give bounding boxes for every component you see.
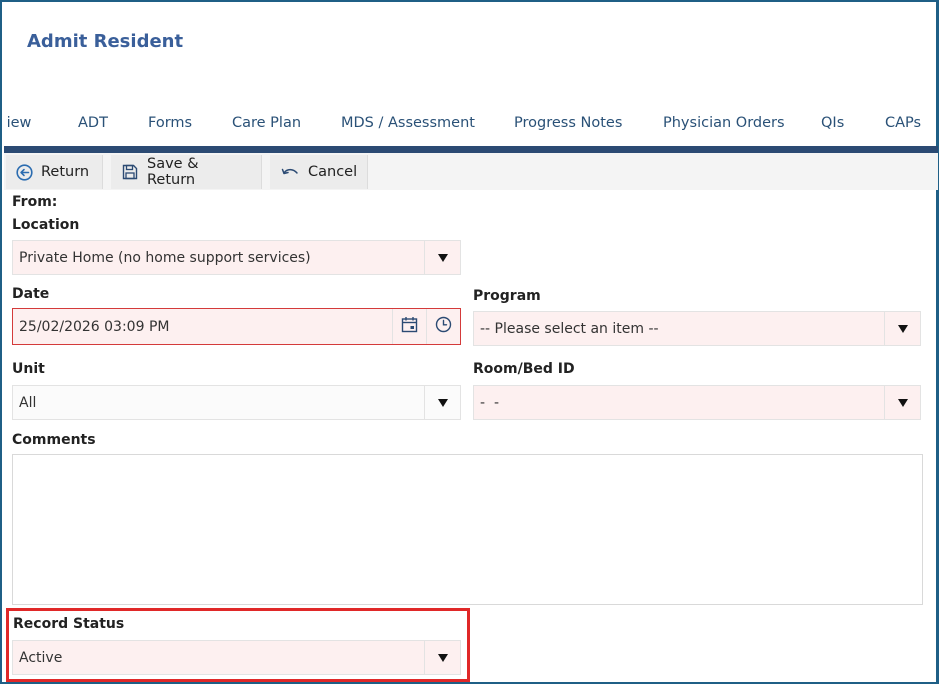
record-status-label: Record Status bbox=[13, 616, 125, 632]
room-bed-label: Room/Bed ID bbox=[473, 361, 575, 377]
unit-label: Unit bbox=[12, 361, 45, 377]
tab-care-plan[interactable]: Care Plan bbox=[232, 115, 301, 131]
save-return-button[interactable]: Save & Return bbox=[111, 155, 262, 189]
cancel-button[interactable]: Cancel bbox=[270, 155, 368, 189]
date-value: 25/02/2026 03:09 PM bbox=[19, 318, 170, 335]
triangle-down-icon bbox=[437, 653, 448, 662]
tab-forms[interactable]: Forms bbox=[148, 115, 192, 131]
tab-caps[interactable]: CAPs bbox=[885, 115, 921, 131]
comments-label: Comments bbox=[12, 432, 96, 448]
triangle-down-icon bbox=[437, 253, 448, 262]
location-value: Private Home (no home support services) bbox=[19, 249, 311, 266]
unit-dropdown-button[interactable] bbox=[424, 386, 460, 419]
calendar-button[interactable] bbox=[392, 309, 426, 344]
location-dropdown-button[interactable] bbox=[424, 241, 460, 274]
unit-select[interactable]: All bbox=[12, 385, 461, 420]
tab-strip: view ADT Forms Care Plan MDS / Assessmen… bbox=[6, 112, 939, 138]
undo-arrow-icon bbox=[280, 165, 300, 179]
program-dropdown-button[interactable] bbox=[884, 312, 920, 345]
room-bed-value: - - bbox=[480, 394, 500, 411]
return-label: Return bbox=[41, 164, 90, 180]
calendar-icon bbox=[401, 316, 418, 337]
program-value: -- Please select an item -- bbox=[480, 320, 659, 337]
toolbar: Return Save & Return Cancel bbox=[4, 153, 938, 190]
tab-mds-assessment[interactable]: MDS / Assessment bbox=[341, 115, 475, 131]
tab-adt[interactable]: ADT bbox=[78, 115, 108, 131]
room-bed-select[interactable]: - - bbox=[473, 385, 921, 420]
return-arrow-circle-icon bbox=[16, 163, 33, 181]
location-select[interactable]: Private Home (no home support services) bbox=[12, 240, 461, 275]
cancel-label: Cancel bbox=[308, 164, 358, 180]
unit-value: All bbox=[19, 394, 37, 411]
return-button[interactable]: Return bbox=[6, 155, 103, 189]
save-disk-icon bbox=[121, 163, 139, 181]
date-input[interactable]: 25/02/2026 03:09 PM bbox=[12, 308, 461, 345]
tab-progress-notes[interactable]: Progress Notes bbox=[514, 115, 622, 131]
from-heading: From: bbox=[12, 194, 58, 210]
tab-overview[interactable]: view bbox=[6, 115, 31, 131]
time-button[interactable] bbox=[426, 309, 460, 344]
tab-physician-orders[interactable]: Physician Orders bbox=[663, 115, 785, 131]
triangle-down-icon bbox=[437, 398, 448, 407]
save-return-label: Save & Return bbox=[147, 156, 199, 188]
app-window: Admit Resident view ADT Forms Care Plan … bbox=[0, 0, 939, 684]
clock-icon bbox=[435, 316, 452, 337]
page-title: Admit Resident bbox=[27, 31, 184, 52]
program-label: Program bbox=[473, 288, 541, 304]
location-label: Location bbox=[12, 217, 80, 233]
program-select[interactable]: -- Please select an item -- bbox=[473, 311, 921, 346]
record-status-dropdown-button[interactable] bbox=[424, 641, 460, 674]
tab-bar-underline bbox=[4, 146, 938, 153]
record-status-select[interactable]: Active bbox=[12, 640, 461, 675]
room-bed-dropdown-button[interactable] bbox=[884, 386, 920, 419]
triangle-down-icon bbox=[897, 324, 908, 333]
tab-qis[interactable]: QIs bbox=[821, 115, 844, 131]
record-status-value: Active bbox=[19, 649, 63, 666]
date-label: Date bbox=[12, 286, 50, 302]
triangle-down-icon bbox=[897, 398, 908, 407]
comments-textarea[interactable] bbox=[12, 454, 923, 605]
